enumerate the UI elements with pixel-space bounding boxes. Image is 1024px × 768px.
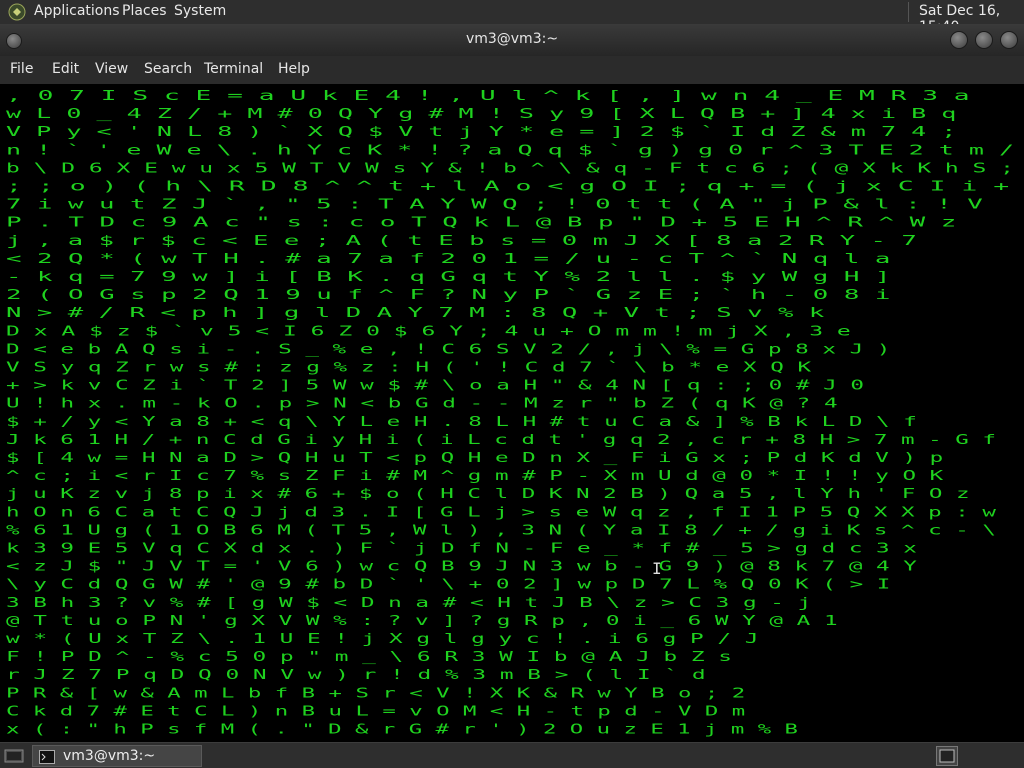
terminal-row: , 0 7 I S c E = a U k E 4 ! , U l ^ k [ …	[6, 89, 970, 104]
menu-edit[interactable]: Edit	[52, 61, 79, 77]
close-button[interactable]	[1000, 31, 1018, 49]
terminal-row: C k d 7 # E t C L ) n B u L = v O M < H …	[6, 704, 745, 719]
terminal-row: % 6 1 U g ( 1 O B 6 M ( T 5 , W l ) , 3 …	[6, 523, 996, 538]
gnome-foot-icon[interactable]	[8, 3, 26, 21]
terminal-row: J k 6 1 H / + n C d G i y H i ( i L c d …	[6, 433, 996, 448]
menu-view[interactable]: View	[95, 61, 128, 77]
maximize-button[interactable]	[975, 31, 993, 49]
bottom-panel: vm3@vm3:~	[0, 742, 1024, 768]
window-title: vm3@vm3:~	[465, 31, 559, 47]
menu-help[interactable]: Help	[278, 61, 310, 77]
terminal-row: < z J $ " J V T = ' V 6 ) w c Q B 9 J N …	[6, 560, 917, 575]
panel-separator	[908, 2, 909, 22]
terminal-row: + > k v C Z i ` T 2 ] 5 W w $ # \ o a H …	[6, 379, 864, 394]
mouse-ibeam-cursor: I	[652, 559, 662, 578]
workspace-switcher-icon[interactable]	[936, 746, 958, 766]
terminal-row: @ T t u o P N ' g X V W % : ? v ] ? g R …	[6, 614, 838, 629]
places-menu[interactable]: Places	[122, 3, 167, 19]
terminal-row: 3 B h 3 ? v % # [ g W $ < D n a # < H t …	[6, 596, 811, 611]
terminal-row: $ [ 4 w = H N a D > Q H u T < p Q H e D …	[6, 451, 943, 466]
applications-menu[interactable]: Applications	[34, 3, 120, 19]
terminal-row: w L 0 _ 4 Z / + M # 0 Q Y g # M ! S y 9 …	[6, 107, 956, 122]
menu-search[interactable]: Search	[144, 61, 192, 77]
terminal-row: 2 ( O G s p 2 Q 1 9 u f ^ F ? N y P ` G …	[6, 288, 890, 303]
terminal-row: b \ D 6 X E w u x 5 W T V W s Y & ! b ^ …	[6, 161, 1014, 176]
terminal-row: V P y < ' N L 8 ) ` X Q $ V t j Y * e = …	[6, 125, 956, 140]
terminal-row: D x A $ z $ ` v 5 < I 6 Z 0 $ 6 Y ; 4 u …	[6, 324, 851, 339]
matrix-rain-output: , 0 7 I S c E = a U k E 4 ! , U l ^ k [ …	[6, 89, 1014, 738]
terminal-row: P . T D c 9 A c " s : c o T Q k L @ B p …	[6, 216, 956, 231]
taskbar-button-label: vm3@vm3:~	[63, 748, 156, 764]
terminal-row: k 3 9 E 5 V q C X d x . ) F ` j D f N - …	[6, 542, 917, 557]
terminal-row: - k q = 7 9 w ] i [ B K . q G q t Y % 2 …	[6, 270, 890, 285]
menu-bar: File Edit View Search Terminal Help	[0, 56, 1024, 84]
terminal-row: h O n 6 C a t C Q J j d 3 . I [ G L j > …	[6, 505, 996, 520]
terminal-row: V S y q Z r w s # : z g % z : H ( ' ! C …	[6, 361, 811, 376]
menu-terminal[interactable]: Terminal	[204, 61, 263, 77]
terminal-row: j , a $ r $ c < E e ; A ( t E b s = 0 m …	[6, 234, 917, 249]
system-menu[interactable]: System	[174, 3, 226, 19]
terminal-row: ; ; o ) ( h \ R D 8 ^ ^ t + l A o < g O …	[6, 180, 1010, 195]
terminal-row: w * ( U x T Z \ . 1 U E ! j X g l g y c …	[6, 632, 758, 647]
terminal-icon	[39, 749, 55, 764]
terminal-row: D < e b A Q s i - . S _ % e , ! C 6 S V …	[6, 342, 890, 357]
show-desktop-icon[interactable]	[4, 747, 24, 765]
taskbar-button-terminal[interactable]: vm3@vm3:~	[32, 745, 202, 767]
terminal-row: N > # / R < p h ] g l D A Y 7 M : 8 Q + …	[6, 306, 825, 321]
terminal-row: P R & [ w & A m L b f B + S r < V ! X K …	[6, 686, 745, 701]
terminal-row: r J Z 7 P q D Q 0 N V w ) r ! d % 3 m B …	[6, 668, 706, 683]
terminal-area[interactable]: , 0 7 I S c E = a U k E 4 ! , U l ^ k [ …	[0, 84, 1024, 742]
terminal-row: x ( : " h P s f M ( . " D & r G # r ' ) …	[6, 723, 798, 738]
terminal-row: U ! h x . m - k O . p > N < b G d - - M …	[6, 397, 838, 412]
menu-file[interactable]: File	[10, 61, 33, 77]
terminal-row: 7 i w u t Z J ` , " 5 : T A Y W Q ; ! 0 …	[6, 198, 983, 213]
minimize-button[interactable]	[950, 31, 968, 49]
top-panel: Applications Places System Sat Dec 16, 1…	[0, 0, 1024, 35]
terminal-row: \ y C d Q G W # ' @ 9 # b D ` ' \ + 0 2 …	[6, 578, 890, 593]
terminal-row: $ + / y < Y a 8 + < q \ Y L e H . 8 L H …	[6, 415, 917, 430]
terminal-row: j u K z v j 8 p i x # 6 + $ o ( H C l D …	[6, 487, 970, 502]
terminal-row: n ! ` ' e W e \ . h Y c K * ! ? a Q q $ …	[6, 143, 1014, 158]
terminal-row: ^ c ; i < r I c 7 % s Z F i # M ^ g m # …	[6, 469, 943, 484]
window-title-bar[interactable]: vm3@vm3:~	[0, 24, 1024, 56]
terminal-row: < 2 Q * ( w T H . # a 7 a f 2 0 1 = / u …	[6, 252, 890, 267]
terminal-row: F ! P D ^ - % c 5 0 p " m _ \ 6 R 3 W I …	[6, 650, 732, 665]
